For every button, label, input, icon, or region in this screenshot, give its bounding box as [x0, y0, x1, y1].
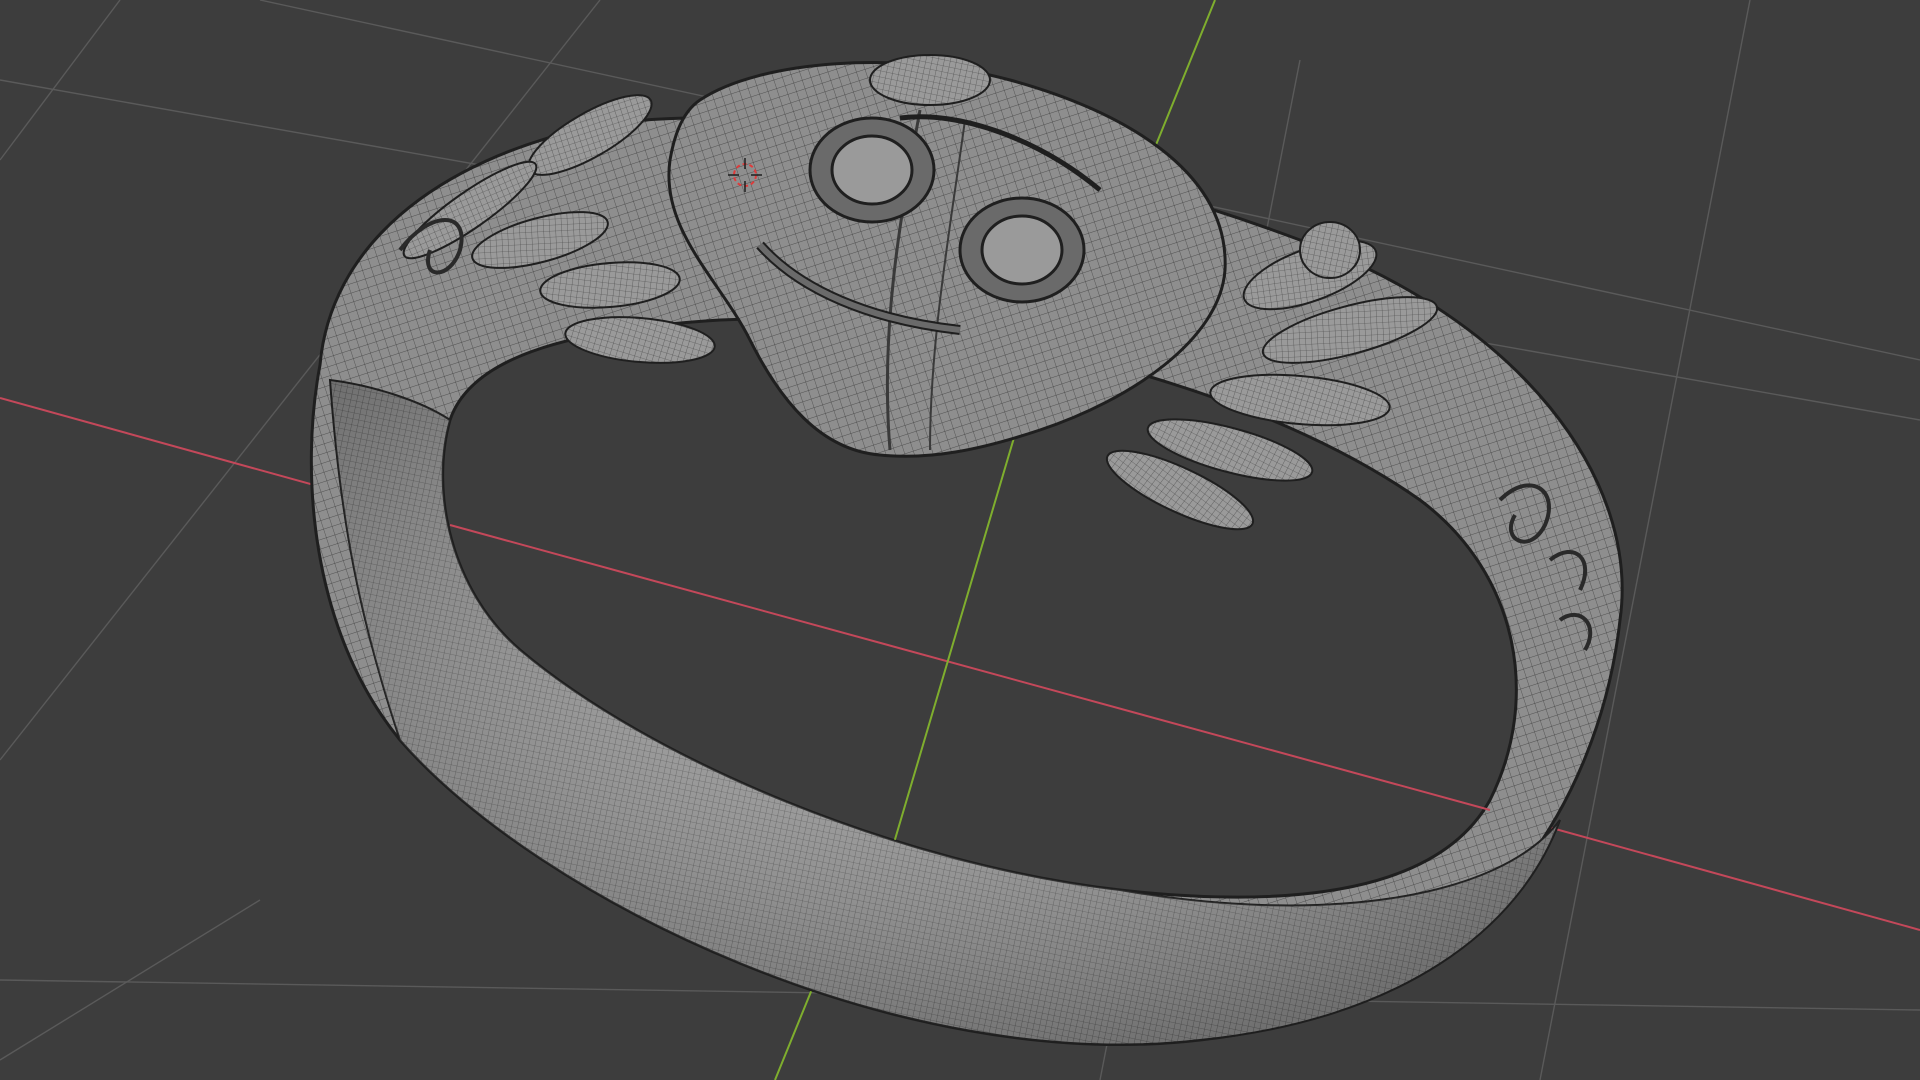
crab-ring-mesh[interactable]: [309, 54, 1624, 1046]
shell-bump: [869, 54, 991, 106]
viewport-canvas[interactable]: [0, 0, 1920, 1080]
3d-viewport[interactable]: [0, 0, 1920, 1080]
claw-tip: [1299, 221, 1361, 279]
